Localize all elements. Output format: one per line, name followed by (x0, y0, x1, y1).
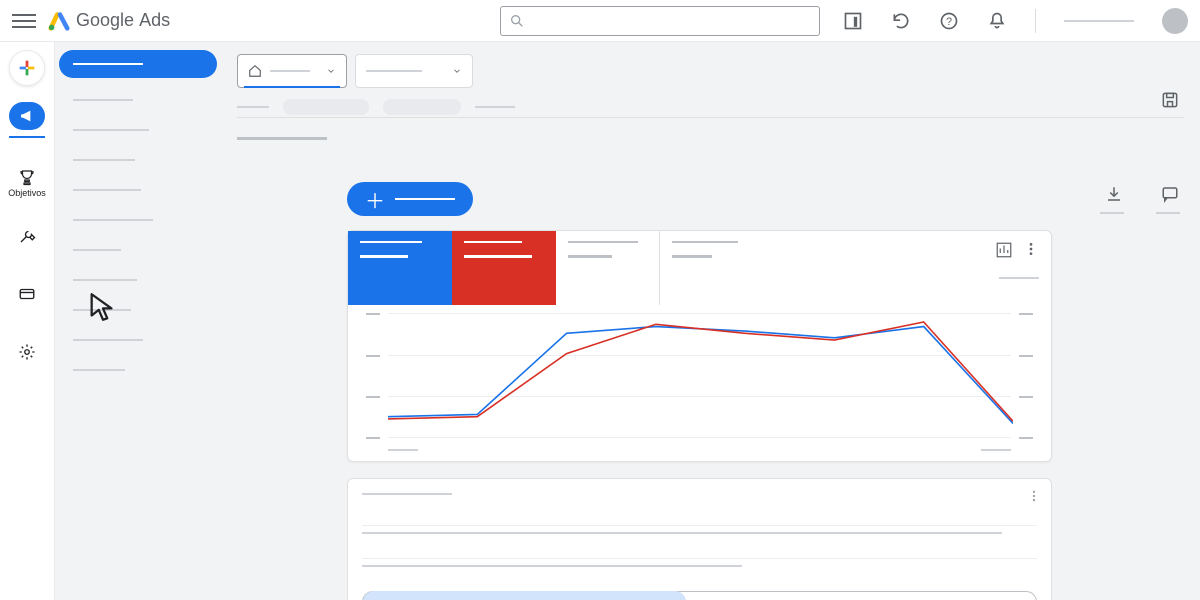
account-switcher[interactable] (1064, 20, 1134, 22)
search-icon (509, 13, 525, 29)
menu-icon[interactable] (12, 9, 36, 33)
new-campaign-button[interactable]: ＋ (347, 182, 473, 216)
home-icon (248, 64, 262, 78)
nav-panel (55, 42, 225, 600)
rail-billing[interactable] (5, 276, 49, 312)
filter-chip[interactable] (283, 99, 369, 115)
metric-tab-4[interactable] (660, 231, 764, 305)
chevron-down-icon (326, 66, 336, 76)
chevron-down-icon (452, 66, 462, 76)
rail-admin[interactable] (5, 334, 49, 370)
nav-primary-item[interactable] (59, 50, 217, 78)
search-input[interactable] (500, 6, 820, 36)
metric-tab-3[interactable] (556, 231, 660, 305)
download-icon (1105, 185, 1123, 203)
chart-x-axis (348, 445, 1051, 461)
user-avatar[interactable] (1162, 8, 1188, 34)
credit-card-icon (18, 285, 36, 303)
tools-icon (18, 227, 36, 245)
notifications-icon[interactable] (987, 11, 1007, 31)
nav-item[interactable] (59, 208, 217, 232)
metric-tab-1[interactable] (348, 231, 452, 305)
save-icon[interactable] (1160, 90, 1180, 110)
filter-chip[interactable] (383, 99, 461, 115)
breadcrumb (237, 96, 1184, 118)
svg-text:?: ? (946, 16, 952, 28)
divider (1035, 9, 1036, 33)
plus-multicolor-icon (16, 57, 38, 79)
nav-item[interactable] (59, 358, 217, 382)
campaign-selector[interactable] (355, 54, 473, 88)
rail-active-underline (9, 136, 45, 138)
reports-icon[interactable] (843, 11, 863, 31)
nav-item[interactable] (59, 328, 217, 352)
more-icon[interactable] (1023, 241, 1039, 257)
progress-slider[interactable] (362, 591, 1037, 600)
help-icon[interactable]: ? (939, 11, 959, 31)
feedback-button[interactable] (1156, 185, 1184, 214)
card-description-2 (362, 565, 742, 567)
page-title (237, 137, 327, 140)
product-logo[interactable]: Google Ads (48, 10, 170, 32)
chart-options-icon[interactable] (995, 241, 1013, 259)
left-rail: Objetivos (0, 42, 55, 600)
account-selector[interactable] (237, 54, 347, 88)
trophy-icon (18, 168, 36, 186)
nav-item[interactable] (59, 118, 217, 142)
download-button[interactable] (1100, 185, 1128, 214)
google-ads-logo-icon (48, 10, 70, 32)
card-description (362, 532, 1002, 534)
card-title (362, 493, 452, 495)
product-name: Google Ads (76, 10, 170, 31)
campaign-progress-card (347, 478, 1052, 600)
megaphone-icon (19, 108, 35, 124)
rail-tools[interactable] (5, 218, 49, 254)
app-header: Google Ads ? (0, 0, 1200, 42)
main-content: ＋ (225, 42, 1200, 600)
metric-tab-2[interactable] (452, 231, 556, 305)
rail-objectives-label: Objetivos (8, 188, 46, 198)
feedback-icon (1161, 185, 1179, 203)
create-button[interactable] (9, 50, 45, 86)
refresh-icon[interactable] (891, 11, 911, 31)
plus-icon: ＋ (365, 185, 385, 214)
rail-campaigns[interactable] (9, 102, 45, 130)
nav-item[interactable] (59, 238, 217, 262)
nav-item[interactable] (59, 178, 217, 202)
nav-item[interactable] (59, 88, 217, 112)
chart-lines (388, 313, 1013, 437)
breadcrumb-text (237, 106, 269, 108)
gear-icon (18, 343, 36, 361)
rail-objectives[interactable]: Objetivos (5, 162, 49, 204)
performance-chart-card (347, 230, 1052, 462)
nav-item[interactable] (59, 298, 217, 322)
chart-plot-area (348, 305, 1051, 445)
breadcrumb-text (475, 106, 515, 108)
more-icon[interactable] (1027, 489, 1041, 503)
nav-item[interactable] (59, 268, 217, 292)
nav-item[interactable] (59, 148, 217, 172)
